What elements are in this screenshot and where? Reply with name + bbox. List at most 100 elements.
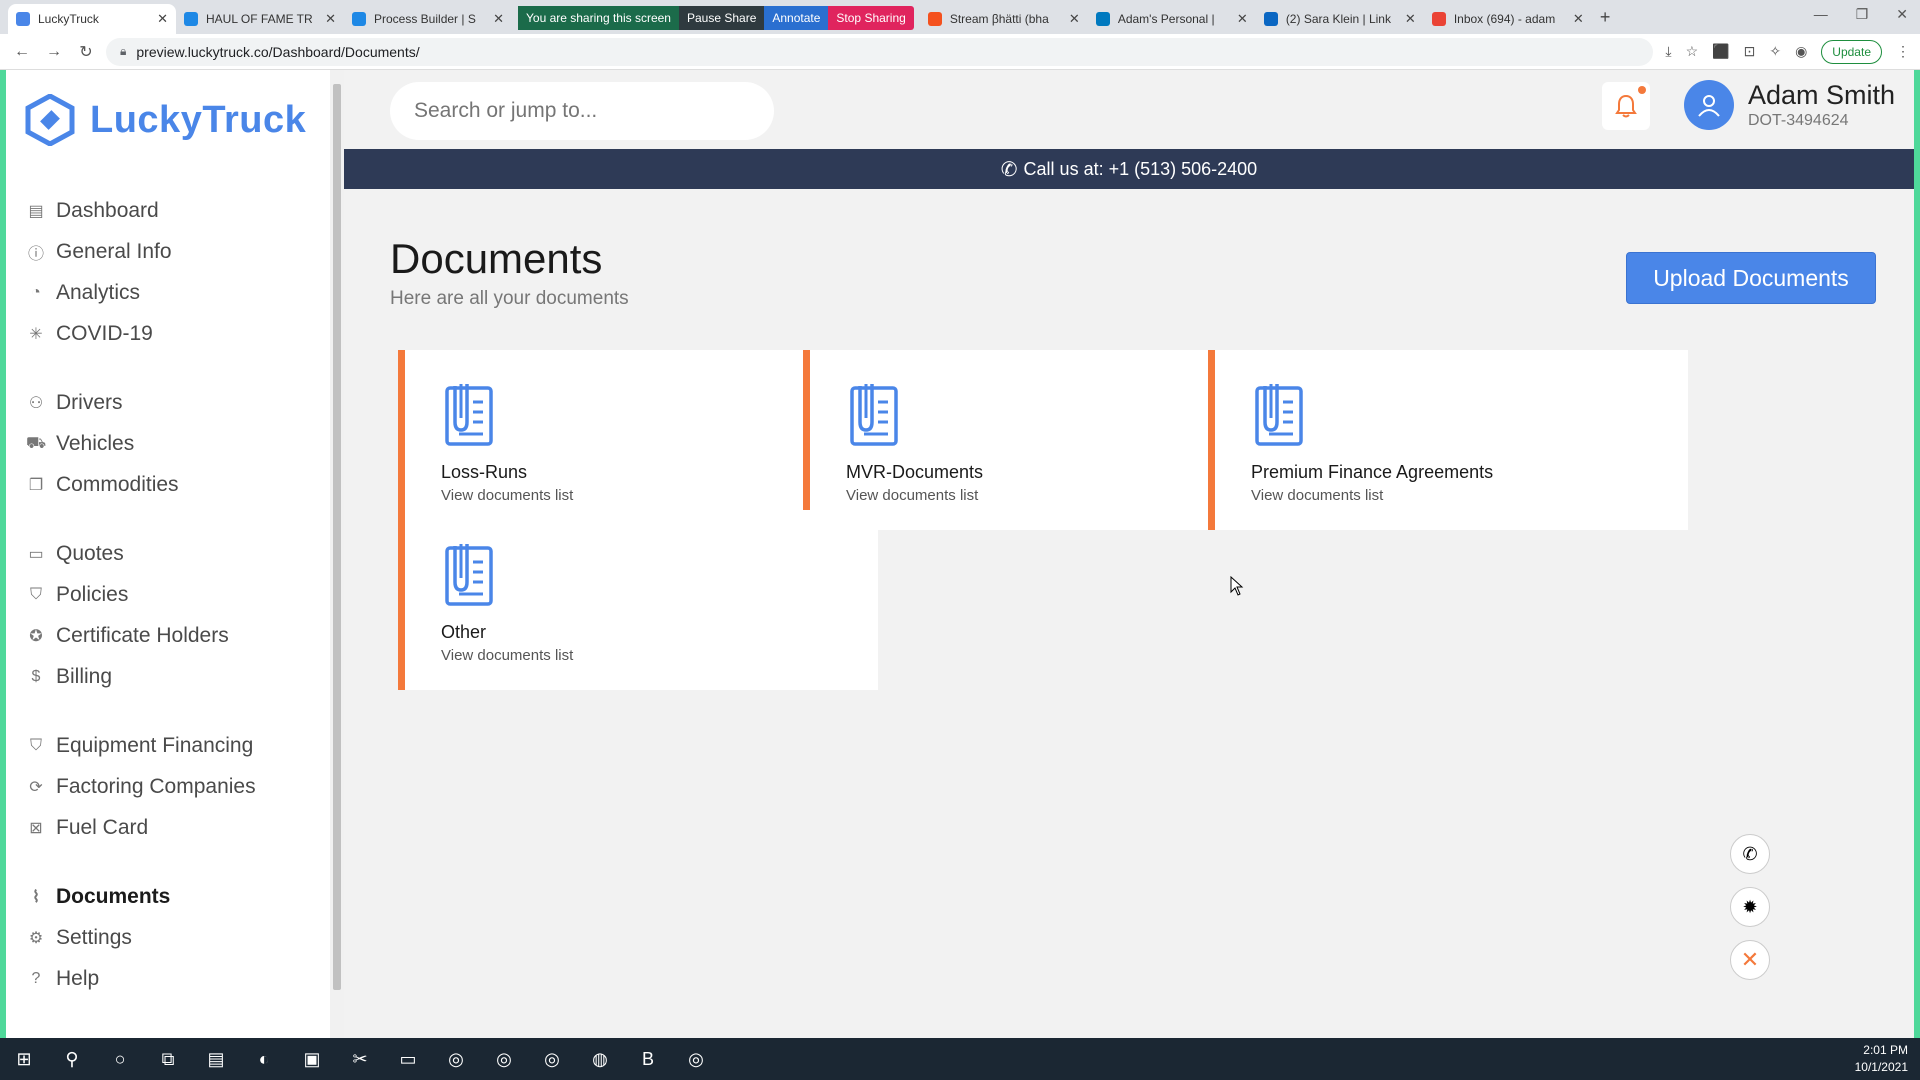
sidebar-item-label: Equipment Financing xyxy=(56,733,254,757)
tab-title: Process Builder | S xyxy=(374,12,476,26)
scroll-thumb[interactable] xyxy=(333,84,341,990)
browser-tab[interactable]: Adam's Personal | ✕ xyxy=(1088,4,1256,34)
card-link[interactable]: View documents list xyxy=(441,647,573,664)
browser-tab[interactable]: Inbox (694) - adam ✕ xyxy=(1424,4,1592,34)
search-input[interactable] xyxy=(390,82,774,140)
tab-close-icon[interactable]: ✕ xyxy=(1069,11,1080,27)
pause-share-button[interactable]: Pause Share xyxy=(678,6,765,30)
reload-icon[interactable]: ↻ xyxy=(74,42,98,62)
tab-close-icon[interactable]: ✕ xyxy=(493,11,504,27)
profile-avatar-icon[interactable]: ◉ xyxy=(1795,43,1807,60)
windows-taskbar: ⊞ ⚲ ○ ⧉ ▤ ◐ ▣ ✂ ▭ ◎ ◎ ◎ ◍ B ◎ 2:01 PM 10… xyxy=(0,1038,1920,1080)
sidebar-item-documents[interactable]: ⌇ Documents xyxy=(26,876,256,917)
bug-report-button[interactable]: ✹ xyxy=(1730,887,1770,927)
sidebar-item-analytics[interactable]: ◔ Analytics xyxy=(26,272,256,313)
app-b-icon[interactable]: B xyxy=(624,1038,672,1080)
card-title: Other xyxy=(441,622,487,642)
extension-icon[interactable]: ⬛ xyxy=(1712,43,1729,60)
stop-sharing-button[interactable]: Stop Sharing xyxy=(828,6,914,30)
zoom-extension-icon[interactable]: ⊡ xyxy=(1744,43,1756,60)
notepad-icon[interactable]: ▤ xyxy=(192,1038,240,1080)
new-tab-icon[interactable]: + xyxy=(1600,7,1611,28)
call-fab-button[interactable]: ✆ xyxy=(1730,834,1770,874)
windows-start-icon[interactable]: ⊞ xyxy=(0,1038,48,1080)
brand-logo[interactable]: LuckyTruck xyxy=(24,94,306,146)
browser-tab[interactable]: Stream βhätti (bha ✕ xyxy=(920,4,1088,34)
tab-close-icon[interactable]: ✕ xyxy=(1237,11,1248,27)
restore-icon[interactable]: ❐ xyxy=(1856,6,1869,23)
url-text: preview.luckytruck.co/Dashboard/Document… xyxy=(136,43,420,60)
sidebar-item-label: Analytics xyxy=(56,280,141,304)
system-clock[interactable]: 2:01 PM 10/1/2021 xyxy=(1855,1042,1908,1076)
tab-close-icon[interactable]: ✕ xyxy=(1405,11,1416,27)
tab-favicon-icon xyxy=(184,12,198,26)
tab-close-icon[interactable]: ✕ xyxy=(325,11,336,27)
snip-icon[interactable]: ✂ xyxy=(336,1038,384,1080)
update-button[interactable]: Update xyxy=(1821,39,1882,64)
topbar: Adam Smith DOT-3494624 xyxy=(344,70,1914,148)
sidebar-item-fuel-card[interactable]: ⊠ Fuel Card xyxy=(26,807,256,848)
install-icon[interactable]: ⤓ xyxy=(1665,43,1671,60)
sidebar-item-general-info[interactable]: ⓘ General Info xyxy=(26,231,256,272)
sidebar-item-certificate-holders[interactable]: ✪ Certificate Holders xyxy=(26,615,256,656)
tab-favicon-icon xyxy=(1095,12,1110,26)
edge-icon[interactable]: ◐ xyxy=(240,1038,288,1080)
card-link[interactable]: View documents list xyxy=(441,487,573,504)
sidebar-item-help[interactable]: ? Help xyxy=(26,958,256,999)
sidebar-item-settings[interactable]: ⚙ Settings xyxy=(26,917,256,958)
gear-icon: ⚙ xyxy=(28,929,44,947)
browser-tab[interactable]: LuckyTruck ✕ xyxy=(8,4,176,34)
tab-close-icon[interactable]: ✕ xyxy=(157,11,168,27)
document-category-card[interactable]: Premium Finance Agreements View documents… xyxy=(1208,350,1688,530)
card-link[interactable]: View documents list xyxy=(846,487,978,504)
sidebar-item-vehicles[interactable]: ⛟ Vehicles xyxy=(26,423,256,464)
spotify-icon[interactable]: ◍ xyxy=(576,1038,624,1080)
search-icon[interactable]: ⚲ xyxy=(48,1038,96,1080)
sidebar-item-dashboard[interactable]: ▤ Dashboard xyxy=(26,190,256,231)
sidebar: LuckyTruck ▤ Dashboard ⓘ General Info ◔ Analy… xyxy=(6,70,330,1038)
browser-tab[interactable]: Process Builder | S ✕ xyxy=(344,4,512,34)
chrome-icon[interactable]: ◎ xyxy=(432,1038,480,1080)
sidebar-item-equipment-financing[interactable]: ⛉ Equipment Financing xyxy=(26,725,256,766)
sidebar-item-billing[interactable]: $ Billing xyxy=(26,656,256,697)
url-field[interactable]: 🔒︎ preview.luckytruck.co/Dashboard/Docum… xyxy=(106,37,1654,66)
sidebar-scrollbar[interactable] xyxy=(330,70,344,1038)
close-window-icon[interactable]: ✕ xyxy=(1896,6,1908,23)
dollar-icon: $ xyxy=(31,667,41,685)
annotate-button[interactable]: Annotate xyxy=(764,6,829,30)
chrome-active-icon[interactable]: ◎ xyxy=(672,1038,720,1080)
sidebar-item-factoring-companies[interactable]: ⟳ Factoring Companies xyxy=(26,766,255,807)
document-category-card[interactable]: Other View documents list xyxy=(398,510,878,690)
cortana-icon[interactable]: ○ xyxy=(96,1038,144,1080)
puzzle-icon[interactable]: ✧ xyxy=(1769,43,1781,60)
forward-icon[interactable]: → xyxy=(42,43,66,61)
notification-dot xyxy=(1638,86,1646,94)
sidebar-item-label: Billing xyxy=(56,664,113,688)
sidebar-item-drivers[interactable]: ⚇ Drivers xyxy=(26,382,256,423)
back-icon[interactable]: ← xyxy=(10,43,34,61)
chrome-profile-icon[interactable]: ◎ xyxy=(480,1038,528,1080)
chrome-alt-icon[interactable]: ◎ xyxy=(528,1038,576,1080)
bookmark-star-icon[interactable]: ☆ xyxy=(1686,43,1699,60)
brand-name: LuckyTruck xyxy=(90,98,307,141)
sidebar-item-commodities[interactable]: ❐ Commodities xyxy=(26,464,256,505)
upload-documents-button[interactable]: Upload Documents xyxy=(1626,252,1876,304)
sidebar-item-policies[interactable]: ⛉ Policies xyxy=(26,574,256,615)
menu-dots-icon[interactable]: ⋮ xyxy=(1896,43,1910,60)
browser-tab[interactable]: HAUL OF FAME TR ✕ xyxy=(176,4,344,34)
sidebar-item-covid-19[interactable]: ✳ COVID-19 xyxy=(26,313,256,354)
minimize-icon[interactable]: — xyxy=(1814,6,1828,23)
close-fab-button[interactable]: ✕ xyxy=(1730,940,1770,980)
notifications-button[interactable] xyxy=(1602,82,1650,130)
card-link[interactable]: View documents list xyxy=(1251,487,1383,504)
sidebar-item-quotes[interactable]: ▭ Quotes xyxy=(26,533,256,574)
file-explorer-icon[interactable]: ▭ xyxy=(384,1038,432,1080)
avatar[interactable] xyxy=(1684,80,1734,130)
address-bar: ← → ↻ 🔒︎ preview.luckytruck.co/Dashboard… xyxy=(0,34,1920,70)
tab-close-icon[interactable]: ✕ xyxy=(1573,11,1584,27)
page-subtitle: Here are all your documents xyxy=(390,288,629,309)
bell-icon xyxy=(1615,94,1637,118)
browser-tab[interactable]: (2) Sara Klein | Link ✕ xyxy=(1256,4,1424,34)
store-icon[interactable]: ▣ xyxy=(288,1038,336,1080)
task-view-icon[interactable]: ⧉ xyxy=(144,1038,192,1080)
